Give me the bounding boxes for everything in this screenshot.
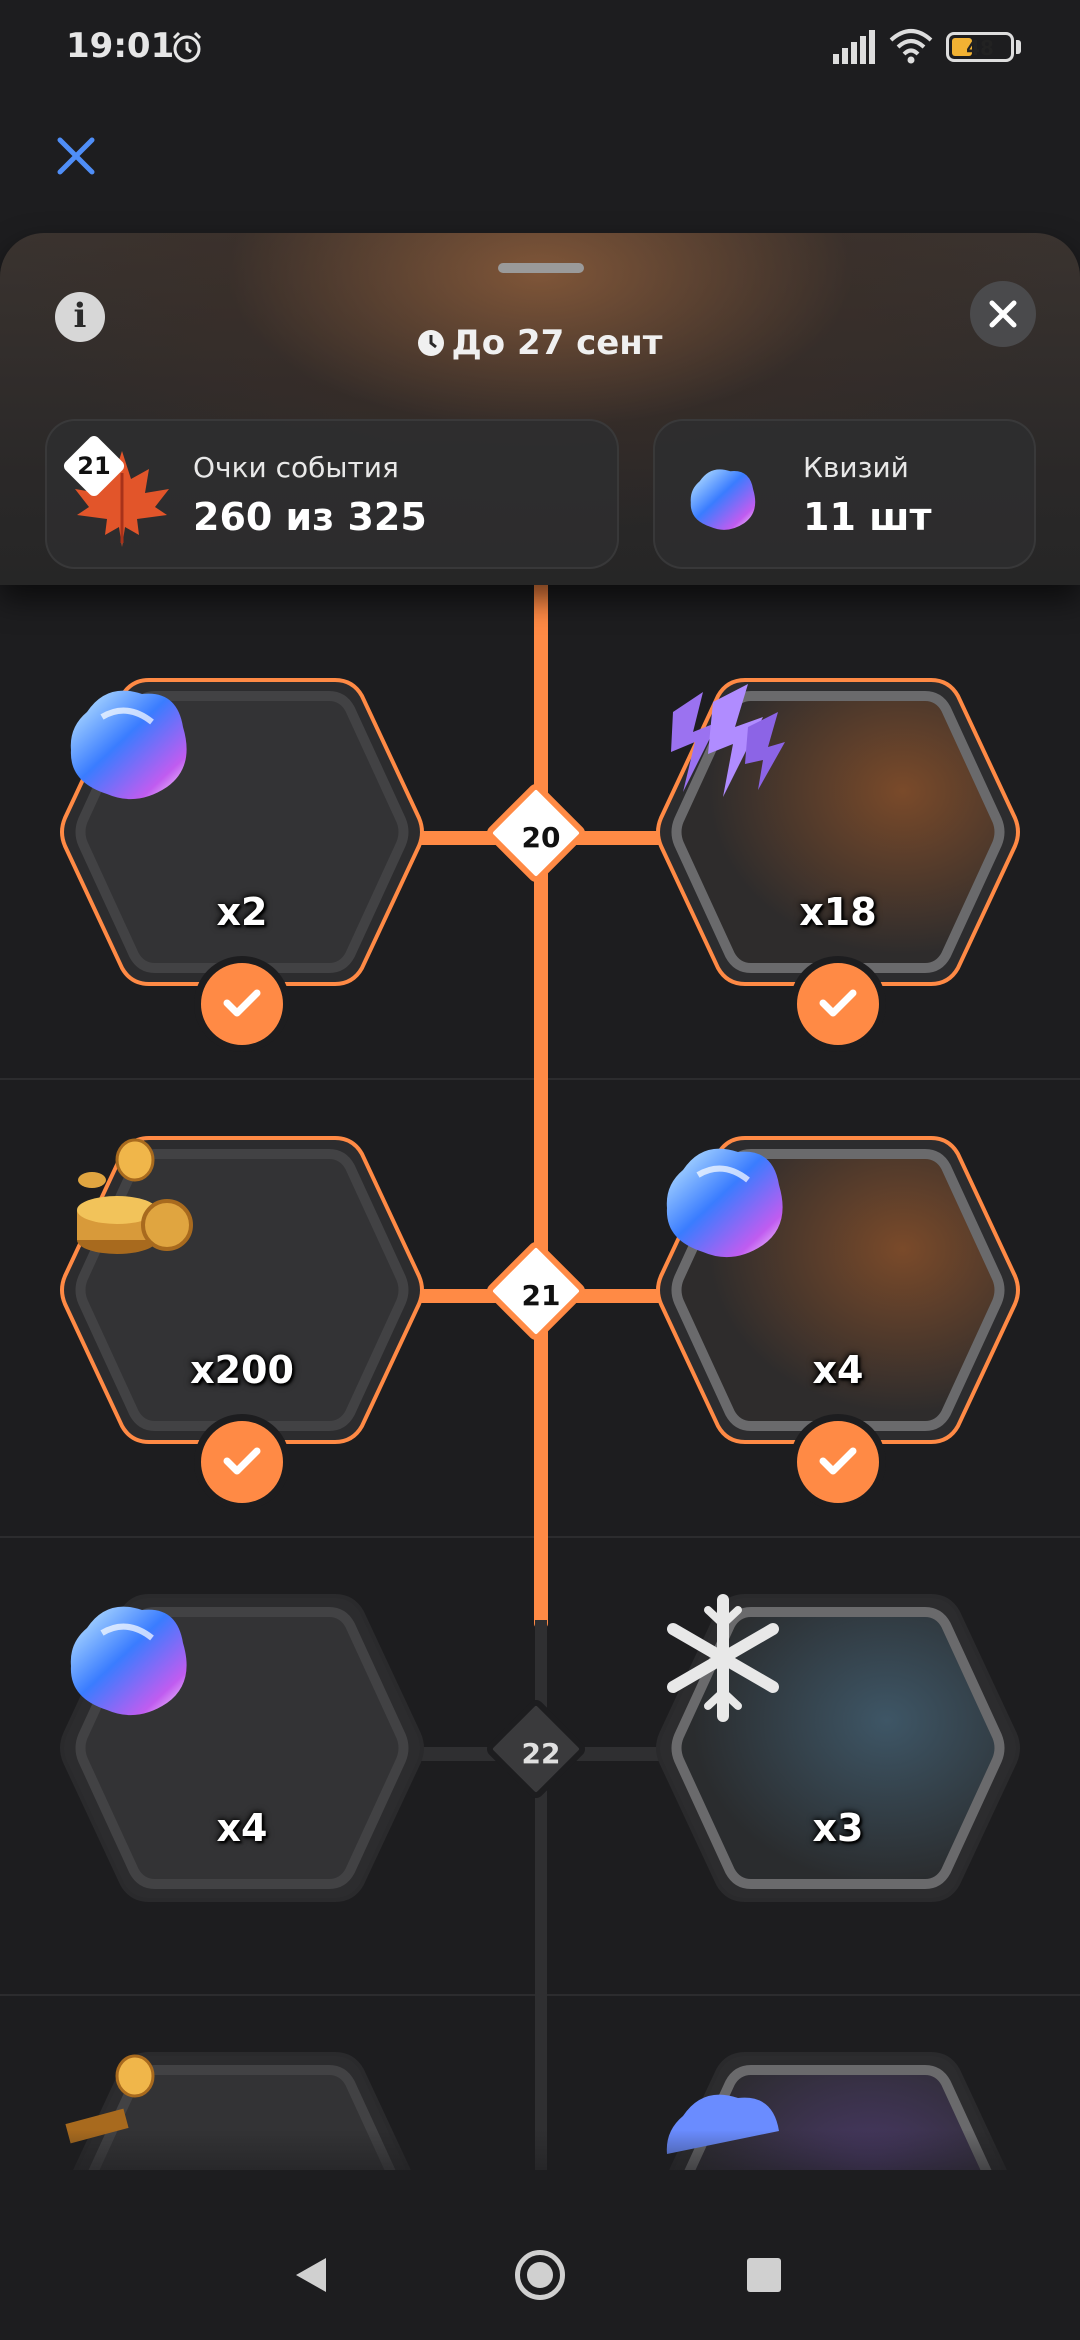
alarm-icon [172, 31, 202, 63]
reward-quantity: x18 [799, 890, 877, 934]
drag-handle[interactable] [498, 263, 584, 273]
signal-icon [833, 30, 875, 64]
level-number: 21 [521, 1279, 561, 1312]
crystal-icon [690, 469, 756, 530]
claimed-check-icon [194, 956, 290, 1052]
event-points-value: 260 из 325 [193, 495, 427, 539]
reward-quantity: x2 [216, 890, 268, 934]
coins-icon [77, 1138, 193, 1254]
level-number: 22 [521, 1737, 561, 1770]
battery-icon: 48 [946, 32, 1014, 62]
reward-quantity: x4 [216, 1806, 268, 1850]
reward-tile[interactable]: x3 [653, 1588, 1023, 1908]
crystal-icon [666, 1148, 783, 1258]
claimed-check-icon [790, 956, 886, 1052]
event-points-card: 21 Очки события 260 из 325 [45, 419, 619, 569]
deadline-text: До 27 сент [451, 323, 663, 363]
reward-tile[interactable]: x4 [57, 1588, 427, 1908]
claimed-check-icon [790, 1414, 886, 1510]
event-deadline: До 27 сент [0, 323, 1080, 363]
snowflake-icon [667, 1594, 779, 1722]
lightning-icon [671, 684, 785, 797]
reward-quantity: x4 [812, 1348, 864, 1392]
close-icon[interactable] [52, 132, 100, 180]
clock-icon [418, 330, 445, 356]
back-icon[interactable] [294, 2256, 328, 2294]
currency-value: 11 шт [803, 495, 932, 539]
reward-quantity: x200 [190, 1348, 294, 1392]
currency-card: Квизий 11 шт [653, 419, 1036, 569]
event-header-sheet: i До 27 сент 21 Очки события 260 из 325 … [0, 233, 1080, 585]
rewards-track[interactable]: 20 21 22 x2 x18 x200 x4 x4 x3 [0, 560, 1080, 2170]
level-number: 20 [521, 821, 561, 854]
reward-tile[interactable]: x2 [57, 672, 427, 1052]
crystal-icon [70, 690, 187, 800]
status-bar: 19:01 48 [0, 0, 1080, 100]
reward-quantity: x3 [812, 1806, 864, 1850]
reward-tile[interactable]: x18 [653, 672, 1023, 1052]
progress-line [534, 560, 548, 1630]
claimed-check-icon [194, 1414, 290, 1510]
battery-level: 48 [966, 36, 994, 60]
crystal-icon [70, 1606, 187, 1716]
home-button[interactable] [515, 2250, 565, 2300]
reward-tile[interactable]: x200 [57, 1130, 427, 1510]
recent-apps-button[interactable] [747, 2258, 781, 2292]
level-badge-number: 21 [77, 452, 111, 480]
status-time: 19:01 [66, 26, 175, 66]
currency-label: Квизий [803, 451, 909, 484]
event-points-label: Очки события [193, 451, 399, 484]
reward-tile[interactable]: x4 [653, 1130, 1023, 1510]
wifi-icon [889, 29, 933, 64]
